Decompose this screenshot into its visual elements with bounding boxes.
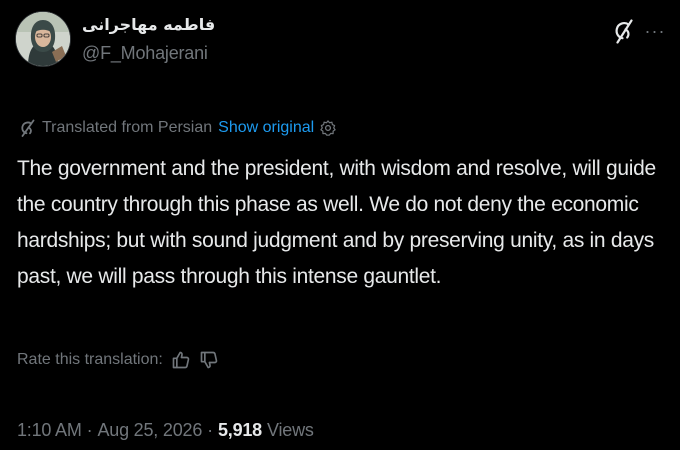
thumbs-up-icon[interactable] — [171, 350, 191, 370]
display-name[interactable]: فاطمه مهاجرانی — [82, 14, 215, 36]
views-count: 5,918 — [217, 419, 262, 440]
gear-icon[interactable] — [319, 119, 337, 137]
meta-separator: · — [207, 419, 213, 440]
rate-translation-row: Rate this translation: — [17, 347, 219, 373]
avatar-photo — [16, 12, 70, 66]
show-original-link[interactable]: Show original — [218, 119, 314, 137]
author-names: فاطمه مهاجرانی @F_Mohajerani — [82, 14, 215, 64]
post-text: The government and the president, with w… — [17, 157, 656, 288]
translation-row: Translated from Persian Show original — [18, 117, 337, 139]
more-icon[interactable]: ··· — [642, 18, 668, 44]
post-date[interactable]: Aug 25, 2026 — [97, 420, 202, 441]
post-time[interactable]: 1:10 AM — [17, 420, 82, 441]
translated-from-label: Translated from Persian — [42, 119, 213, 136]
post-meta: 1:10 AM · Aug 25, 2026 · 5,918 Views — [17, 418, 314, 442]
views-label: Views — [267, 419, 314, 440]
meta-separator: · — [86, 419, 93, 440]
translate-icon — [21, 119, 35, 137]
grok-icon[interactable] — [612, 18, 634, 44]
thumbs-down-icon[interactable] — [199, 350, 219, 370]
post-detail: فاطمه مهاجرانی @F_Mohajerani ··· Transla… — [0, 0, 680, 450]
avatar[interactable] — [16, 12, 70, 66]
post-header: فاطمه مهاجرانی @F_Mohajerani ··· — [14, 10, 670, 82]
rate-translation-label: Rate this translation: — [17, 351, 163, 368]
user-handle[interactable]: @F_Mohajerani — [82, 42, 215, 64]
